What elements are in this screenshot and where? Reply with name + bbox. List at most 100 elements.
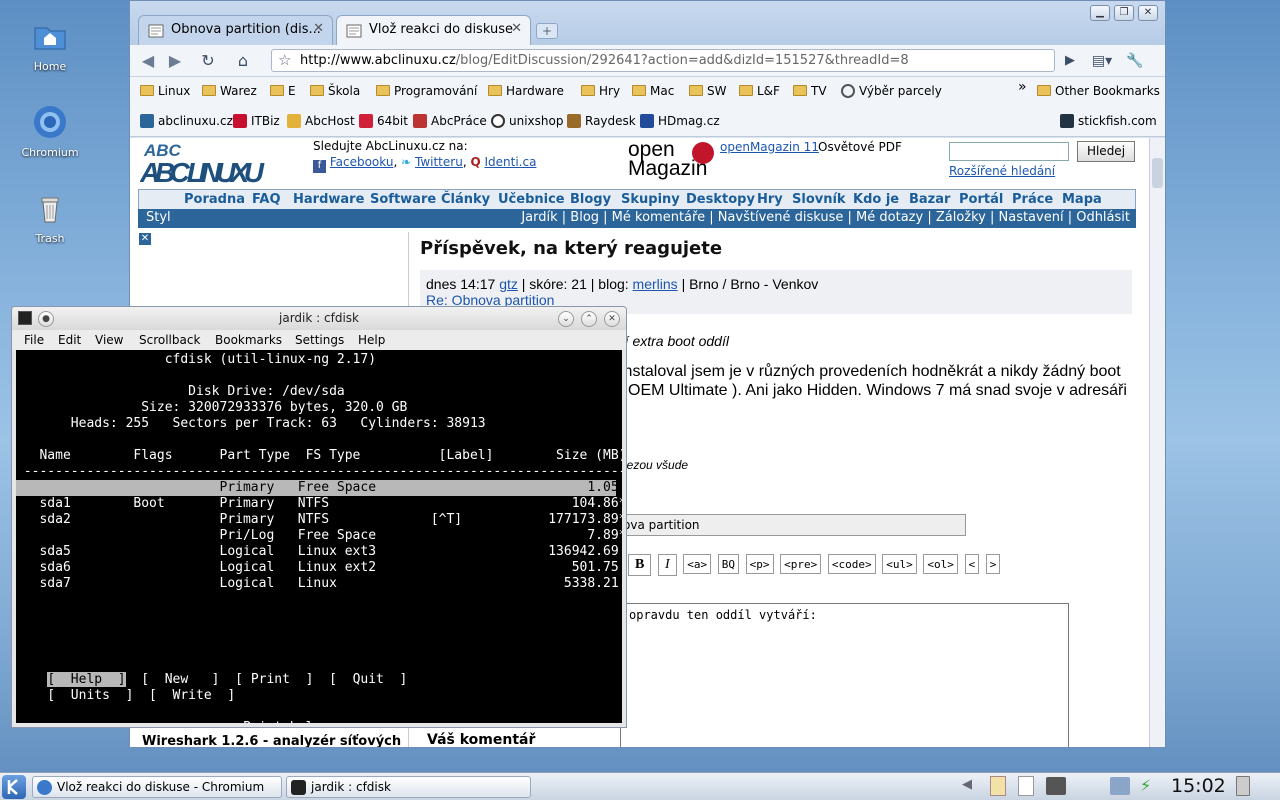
bookmark-folder[interactable]: Linux — [140, 84, 190, 98]
desktop-icon-home[interactable]: Home — [10, 18, 90, 73]
sidebar-article-title[interactable]: Wireshark 1.2.6 - analyzér síťových — [142, 734, 401, 747]
back-button[interactable]: ◀ — [136, 50, 160, 72]
code-button[interactable]: <code> — [827, 554, 876, 574]
bookmark-folder[interactable]: TV — [793, 84, 827, 98]
bookmark-link[interactable]: unixshop — [491, 114, 563, 128]
nav-software[interactable]: Software — [370, 192, 436, 207]
close-tab-icon[interactable]: ✕ — [313, 21, 324, 36]
nav-hardware[interactable]: Hardware — [293, 192, 364, 207]
nav-slovnik[interactable]: Slovník — [792, 192, 846, 207]
nav-faq[interactable]: FAQ — [252, 192, 281, 207]
forward-button[interactable]: ▶ — [163, 50, 187, 72]
bookmark-link[interactable]: ITBiz — [233, 114, 280, 128]
go-button[interactable]: ▶ — [1058, 50, 1082, 72]
bookmark-star-icon[interactable]: ☆ — [278, 51, 291, 69]
bold-button[interactable]: B — [628, 554, 652, 576]
bookmark-link[interactable]: stickfish.com — [1060, 114, 1157, 128]
bookmark-folder[interactable]: Škola — [310, 84, 360, 98]
nav-poradna[interactable]: Poradna — [184, 192, 245, 207]
new-tab-button[interactable]: + — [536, 23, 558, 39]
style-link[interactable]: Styl — [146, 210, 171, 225]
post-blog-link[interactable]: merlins — [633, 276, 678, 292]
minimize-button[interactable]: ⌄ — [558, 311, 574, 327]
abclinuxu-logo[interactable]: ABC ABC LINUXU — [140, 140, 270, 186]
nav-ucebnice[interactable]: Učebnice — [498, 192, 565, 207]
task-chromium[interactable]: Vlož reakci do diskuse - Chromium — [32, 776, 282, 798]
desktop-icon-chromium[interactable]: Chromium — [10, 104, 90, 159]
paragraph-button[interactable]: <p> — [745, 554, 774, 574]
tab-obnova-partition[interactable]: Obnova partition (dis... ✕ — [138, 15, 333, 45]
trash-applet-icon[interactable] — [1236, 776, 1250, 796]
clipboard-icon[interactable] — [990, 776, 1006, 796]
home-button[interactable]: ⌂ — [231, 50, 255, 72]
bookmark-link[interactable]: abclinuxu.cz — [140, 114, 233, 128]
scrollbar-thumb[interactable] — [1152, 158, 1163, 188]
menu-file[interactable]: File — [24, 333, 44, 347]
help-menu-button[interactable]: [ Help ] — [47, 672, 126, 687]
ordered-list-button[interactable]: <ol> — [923, 554, 958, 574]
nav-portal[interactable]: Portál — [959, 192, 1003, 207]
nav-mapa[interactable]: Mapa — [1062, 192, 1102, 207]
bookmark-link[interactable]: Raydesk — [567, 114, 636, 128]
bookmark-link[interactable]: 64bit — [359, 114, 408, 128]
nav-blogy[interactable]: Blogy — [570, 192, 611, 207]
user-links[interactable]: Jardík | Blog | Mé komentáře | Navštíven… — [521, 210, 1130, 225]
nav-hry[interactable]: Hry — [757, 192, 783, 207]
bookmark-folder[interactable]: E — [270, 84, 296, 98]
page-menu-icon[interactable]: ▤▾ — [1090, 50, 1114, 72]
openmagazin-link[interactable]: openMagazin 11 — [720, 140, 819, 154]
page-scrollbar[interactable] — [1149, 138, 1165, 747]
greater-than-button[interactable]: > — [985, 554, 1001, 574]
reload-button[interactable]: ↻ — [196, 50, 220, 72]
desktop-icon-trash[interactable]: Trash — [10, 190, 90, 245]
menu-edit[interactable]: Edit — [58, 333, 81, 347]
maximize-button[interactable]: ⌃ — [581, 311, 597, 327]
bookmark-folder[interactable]: Hry — [581, 84, 620, 98]
pre-button[interactable]: <pre> — [780, 554, 822, 574]
twitter-link[interactable]: Twitteru — [415, 155, 463, 169]
blockquote-button[interactable]: BQ — [717, 554, 740, 574]
pin-button[interactable]: ● — [38, 311, 54, 327]
bookmark-link[interactable]: HDmag.cz — [640, 114, 720, 128]
nav-kdo-je[interactable]: Kdo je — [853, 192, 899, 207]
bookmark-folder[interactable]: Programování — [376, 84, 477, 98]
nav-prace[interactable]: Práce — [1012, 192, 1053, 207]
menu-settings[interactable]: Settings — [295, 333, 344, 347]
close-window-button[interactable]: ✕ — [604, 311, 620, 327]
menu-scrollback[interactable]: Scrollback — [139, 333, 200, 347]
notes-icon[interactable] — [1018, 776, 1034, 796]
bookmark-folder[interactable]: SW — [689, 84, 726, 98]
bookmark-link[interactable]: AbcPráce — [413, 114, 487, 128]
nav-skupiny[interactable]: Skupiny — [621, 192, 680, 207]
italic-button[interactable]: I — [657, 554, 677, 576]
kde-menu-button[interactable] — [2, 775, 26, 799]
screenshot-icon[interactable] — [1110, 777, 1130, 795]
address-bar[interactable]: ☆ http://www.abclinuxu.cz/blog/EditDiscu… — [271, 49, 1055, 72]
close-tab-icon[interactable]: ✕ — [511, 21, 522, 36]
terminal-titlebar[interactable]: ● jardik : cfdisk ⌄ ⌃ ✕ — [12, 307, 626, 330]
clock[interactable]: 15:02 — [1171, 775, 1226, 797]
nav-clanky[interactable]: Články — [441, 192, 490, 207]
close-window-button[interactable]: ✕ — [1138, 5, 1158, 21]
unordered-list-button[interactable]: <ul> — [882, 554, 917, 574]
other-bookmarks-folder[interactable]: Other Bookmarks — [1037, 84, 1160, 98]
menu-help[interactable]: Help — [358, 333, 385, 347]
advanced-search-link[interactable]: Rozšířené hledání — [949, 164, 1055, 178]
minimize-button[interactable]: ▁ — [1090, 5, 1110, 21]
less-than-button[interactable]: < — [964, 554, 980, 574]
maximize-button[interactable]: ❐ — [1114, 5, 1134, 21]
facebook-link[interactable]: Facebooku — [330, 155, 394, 169]
menu-view[interactable]: View — [95, 333, 123, 347]
link-tag-button[interactable]: <a> — [683, 554, 712, 574]
nav-desktopy[interactable]: Desktopy — [686, 192, 755, 207]
battery-power-icon[interactable]: ⚡ — [1140, 776, 1160, 796]
menu-bookmarks[interactable]: Bookmarks — [215, 333, 282, 347]
network-icon[interactable] — [1046, 777, 1066, 795]
bookmark-link[interactable]: Výběr parcely — [841, 84, 942, 98]
tray-arrow-icon[interactable]: ◀ — [962, 777, 972, 792]
bookmark-folder[interactable]: Warez — [202, 84, 257, 98]
search-input[interactable] — [949, 142, 1069, 161]
identica-link[interactable]: Identi.ca — [484, 155, 536, 169]
nav-bazar[interactable]: Bazar — [909, 192, 950, 207]
post-author-link[interactable]: gtz — [499, 276, 518, 292]
